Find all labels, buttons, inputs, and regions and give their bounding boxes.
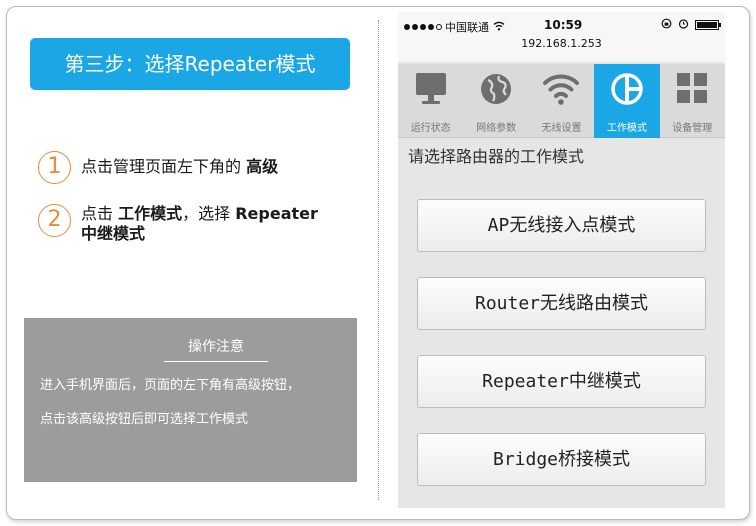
status-time: 10:59 xyxy=(544,18,583,32)
tab-wireless-label: 无线设置 xyxy=(541,123,582,134)
phone-screen: 中国联通 10:59 192.168.1.253 运行状态 网络参数 无线设置 … xyxy=(398,12,725,508)
step-2-text-plain: 点击 xyxy=(81,204,114,223)
tab-network[interactable]: 网络参数 xyxy=(463,64,528,138)
wifi-status-icon xyxy=(493,20,505,34)
notice-title: 操作注意 xyxy=(164,336,268,362)
carrier-info: 中国联通 xyxy=(404,19,505,35)
bridge-mode-button[interactable]: Bridge桥接模式 xyxy=(417,433,706,486)
status-right xyxy=(661,18,721,32)
step-1-text-plain: 点击管理页面左下角的 xyxy=(81,157,242,176)
tab-work-mode[interactable]: 工作模式 xyxy=(594,64,660,138)
alarm-icon xyxy=(678,18,689,32)
notice-line-2: 点击该高级按钮后即可选择工作模式 xyxy=(40,412,249,427)
rotation-lock-icon xyxy=(661,18,672,32)
address-bar-url[interactable]: 192.168.1.253 xyxy=(398,37,725,50)
step-1-text: 点击管理页面左下角的 高级 xyxy=(81,151,353,177)
tab-wireless[interactable]: 无线设置 xyxy=(529,64,594,138)
battery-icon xyxy=(695,20,721,30)
step-number-1: 1 xyxy=(38,151,71,184)
tab-device-label: 设备管理 xyxy=(672,123,713,134)
tab-status-label: 运行状态 xyxy=(410,123,451,134)
step-2-text-bold-3: 中继模式 xyxy=(81,224,146,243)
tab-device[interactable]: 设备管理 xyxy=(660,64,725,138)
globe-icon xyxy=(481,74,512,104)
step-1: 1 点击管理页面左下角的 高级 xyxy=(38,151,353,184)
signal-icon xyxy=(404,24,442,30)
wifi-icon xyxy=(543,74,580,105)
step-2-text-plain-2: ，选择 xyxy=(182,204,231,223)
tab-bar: 运行状态 网络参数 无线设置 工作模式 设备管理 xyxy=(398,64,725,138)
mode-icon xyxy=(611,73,643,105)
step-2: 2 点击 工作模式，选择 Repeater 中继模式 xyxy=(38,204,353,244)
repeater-mode-button[interactable]: Repeater中继模式 xyxy=(417,355,706,408)
step-1-text-bold: 高级 xyxy=(246,157,279,176)
tab-status[interactable]: 运行状态 xyxy=(398,64,463,138)
tab-work-mode-label: 工作模式 xyxy=(606,123,647,134)
step-2-text: 点击 工作模式，选择 Repeater 中继模式 xyxy=(81,204,353,244)
ap-mode-button[interactable]: AP无线接入点模式 xyxy=(417,199,706,252)
step-2-text-bold: 工作模式 xyxy=(118,204,183,223)
notice-line-1: 进入手机界面后，页面的左下角有高级按钮， xyxy=(40,378,301,393)
step-title: 第三步：选择Repeater模式 xyxy=(30,38,350,90)
router-mode-button[interactable]: Router无线路由模式 xyxy=(417,277,706,330)
grid-icon xyxy=(677,73,708,103)
status-bar: 中国联通 10:59 192.168.1.253 xyxy=(398,12,725,62)
step-2-text-bold-2: Repeater xyxy=(235,204,318,223)
carrier-name: 中国联通 xyxy=(445,21,489,34)
tab-network-label: 网络参数 xyxy=(476,123,517,134)
mode-prompt: 请选择路由器的工作模式 xyxy=(408,147,585,166)
notice-box: 操作注意 进入手机界面后，页面的左下角有高级按钮， 点击该高级按钮后即可选择工作… xyxy=(24,318,357,482)
step-number-2: 2 xyxy=(38,204,71,237)
dotted-divider xyxy=(378,20,379,500)
monitor-icon xyxy=(415,73,446,104)
